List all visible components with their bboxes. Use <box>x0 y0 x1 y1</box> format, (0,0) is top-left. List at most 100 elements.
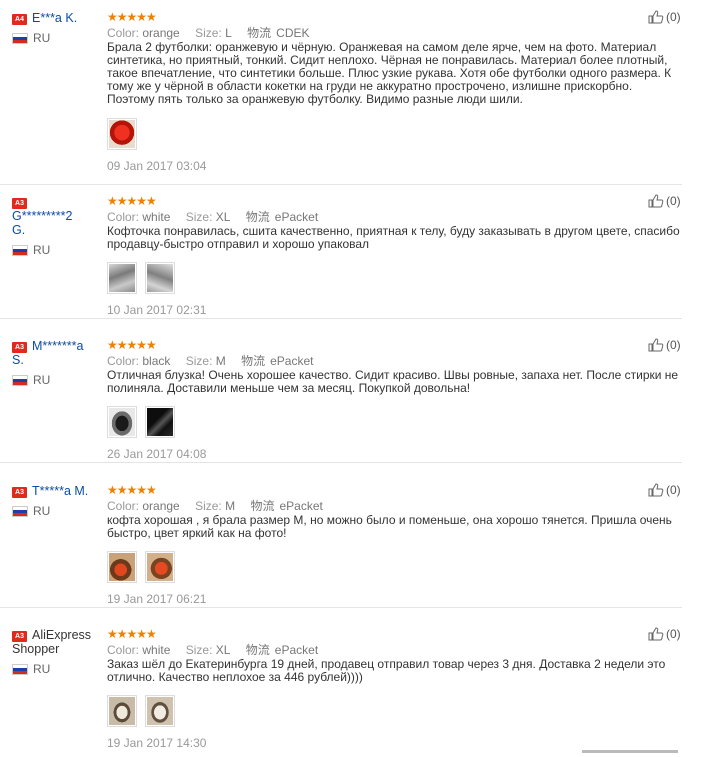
review-text: Брала 2 футболки: оранжевую и чёрную. Ор… <box>107 40 672 106</box>
helpful-count: (0) <box>666 194 681 208</box>
buyer-level-badge: A3 <box>12 342 27 353</box>
color-label: Color: <box>107 210 140 224</box>
buyer-info: A4 E***a K. RU <box>12 11 98 45</box>
thumbs-up-icon <box>648 338 664 352</box>
buyer-country: RU <box>33 31 51 45</box>
buyer-info: A3 AliExpress Shopper RU <box>12 628 98 676</box>
review-item: A3 G*********2 G. RU ★★★★★ Color: white … <box>0 192 682 319</box>
color-label: Color: <box>107 499 140 513</box>
color-value: orange <box>142 26 180 40</box>
color-label: Color: <box>107 26 140 40</box>
size-value: XL <box>215 210 231 224</box>
review-photo-thumbnail[interactable] <box>145 262 175 294</box>
size-label: Size: <box>185 210 213 224</box>
review-text: Заказ шёл до Екатеринбурга 19 дней, прод… <box>107 657 666 684</box>
size-label: Size: <box>185 354 213 368</box>
order-info: Color: white Size: XL 物流 ePacket <box>107 208 330 225</box>
flag-ru-icon <box>12 374 28 386</box>
buyer-info: A3 G*********2 G. RU <box>12 195 98 257</box>
shipping-label: 物流 <box>250 499 275 513</box>
review-date: 26 Jan 2017 04:08 <box>107 447 207 461</box>
review-date: 09 Jan 2017 03:04 <box>107 159 207 173</box>
star-rating: ★★★★★ <box>107 338 157 352</box>
buyer-name[interactable]: G*********2 <box>12 209 98 223</box>
buyer-name[interactable]: M*******a <box>32 339 83 353</box>
color-value: orange <box>142 499 180 513</box>
thumbs-up-icon <box>648 627 664 641</box>
flag-ru-icon <box>12 505 28 517</box>
buyer-name-continued[interactable]: S. <box>12 353 98 367</box>
buyer-country: RU <box>33 504 51 518</box>
shipping-value: ePacket <box>274 643 319 657</box>
buyer-country: RU <box>33 662 51 676</box>
order-info: Color: orange Size: L 物流 CDEK <box>107 24 322 41</box>
flag-ru-icon <box>12 663 28 675</box>
size-label: Size: <box>195 26 222 40</box>
review-photo-thumbnail[interactable] <box>145 695 175 727</box>
color-value: white <box>142 643 171 657</box>
flag-ru-icon <box>12 32 28 44</box>
buyer-name-continued: Shopper <box>12 642 60 656</box>
review-photo-thumbnail[interactable] <box>107 118 137 150</box>
shipping-label: 物流 <box>247 26 272 40</box>
star-rating: ★★★★★ <box>107 10 157 24</box>
review-item: A3 T*****a M. RU ★★★★★ Color: orange Size… <box>0 481 682 608</box>
shipping-value: ePacket <box>274 210 319 224</box>
shipping-label: 物流 <box>245 643 270 657</box>
review-text: Отличная блузка! Очень хорошее качество.… <box>107 368 679 395</box>
helpful-button[interactable]: (0) <box>648 483 681 497</box>
helpful-button[interactable]: (0) <box>648 10 681 24</box>
shipping-label: 物流 <box>241 354 266 368</box>
review-photo-thumbnail[interactable] <box>107 406 137 438</box>
helpful-button[interactable]: (0) <box>648 627 681 641</box>
order-info: Color: orange Size: M 物流 ePacket <box>107 497 335 514</box>
review-photo-thumbnail[interactable] <box>107 262 137 294</box>
buyer-name[interactable]: T*****a M. <box>32 484 88 498</box>
color-label: Color: <box>107 354 140 368</box>
review-photos <box>107 262 175 294</box>
thumbs-up-icon <box>648 483 664 497</box>
review-text: кофта хорошая , я брала размер М, но мож… <box>107 513 672 540</box>
buyer-name: AliExpress <box>32 628 92 642</box>
order-info: Color: black Size: M 物流 ePacket <box>107 352 325 369</box>
buyer-level-badge: A3 <box>12 198 27 209</box>
size-label: Size: <box>185 643 213 657</box>
review-photos <box>107 551 175 583</box>
size-value: L <box>225 26 232 40</box>
star-rating: ★★★★★ <box>107 194 157 208</box>
buyer-level-badge: A3 <box>12 487 27 498</box>
buyer-name[interactable]: E***a K. <box>32 11 77 25</box>
review-photos <box>107 406 175 438</box>
helpful-count: (0) <box>666 338 681 352</box>
star-rating: ★★★★★ <box>107 627 157 641</box>
review-photo-thumbnail[interactable] <box>145 551 175 583</box>
buyer-country: RU <box>33 373 51 387</box>
shipping-value: ePacket <box>270 354 314 368</box>
review-photo-thumbnail[interactable] <box>107 695 137 727</box>
buyer-level-badge: A3 <box>12 631 27 642</box>
thumbs-up-icon <box>648 10 664 24</box>
horizontal-scrollbar[interactable] <box>582 750 678 753</box>
review-item: A3 M*******a S. RU ★★★★★ Color: black Siz… <box>0 336 682 463</box>
review-photos <box>107 695 175 727</box>
star-rating: ★★★★★ <box>107 483 157 497</box>
thumbs-up-icon <box>648 194 664 208</box>
review-photo-thumbnail[interactable] <box>107 551 137 583</box>
helpful-button[interactable]: (0) <box>648 338 681 352</box>
color-label: Color: <box>107 643 140 657</box>
review-photos <box>107 118 137 150</box>
buyer-info: A3 M*******a S. RU <box>12 339 98 387</box>
shipping-label: 物流 <box>245 210 270 224</box>
buyer-level-badge: A4 <box>12 14 27 25</box>
review-photo-thumbnail[interactable] <box>145 406 175 438</box>
review-text: Кофточка понравилась, сшита качественно,… <box>107 224 680 251</box>
review-date: 19 Jan 2017 06:21 <box>107 592 207 606</box>
color-value: black <box>142 354 171 368</box>
buyer-country: RU <box>33 243 51 257</box>
helpful-button[interactable]: (0) <box>648 194 681 208</box>
size-value: XL <box>215 643 231 657</box>
order-info: Color: white Size: XL 物流 ePacket <box>107 641 330 658</box>
buyer-name-continued[interactable]: G. <box>12 223 98 237</box>
buyer-info: A3 T*****a M. RU <box>12 484 98 518</box>
helpful-count: (0) <box>666 10 681 24</box>
